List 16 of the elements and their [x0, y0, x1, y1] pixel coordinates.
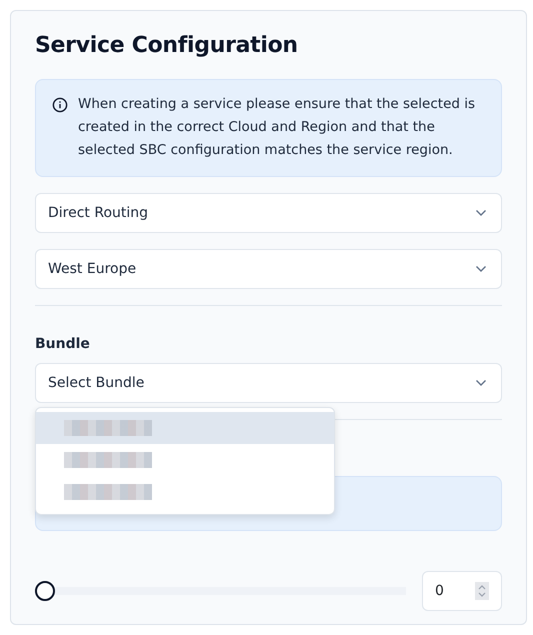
select-field[interactable]: Select Bundle	[35, 363, 502, 404]
menu-item[interactable]	[36, 444, 334, 476]
info-icon	[52, 97, 68, 114]
number-field[interactable]: 0	[422, 571, 502, 612]
slider-thumb[interactable]	[35, 581, 55, 602]
select-field[interactable]: Direct Routing	[35, 193, 502, 234]
chevron-down-icon	[475, 379, 487, 388]
notice-text: When creating a service please ensure that the selected is created in the correct Cloud and Region and that the selected SBC configuration matches the service region.	[78, 95, 476, 160]
chevron-down-icon	[475, 265, 487, 274]
spinner-icon[interactable]	[475, 582, 489, 600]
field-label: Bundle	[35, 335, 90, 354]
section-title: Service Configuration	[35, 33, 299, 60]
field-value: 0	[435, 582, 444, 601]
select-field[interactable]: West Europe	[35, 249, 502, 290]
menu-item[interactable]	[36, 412, 334, 444]
chevron-down-icon	[475, 209, 487, 218]
